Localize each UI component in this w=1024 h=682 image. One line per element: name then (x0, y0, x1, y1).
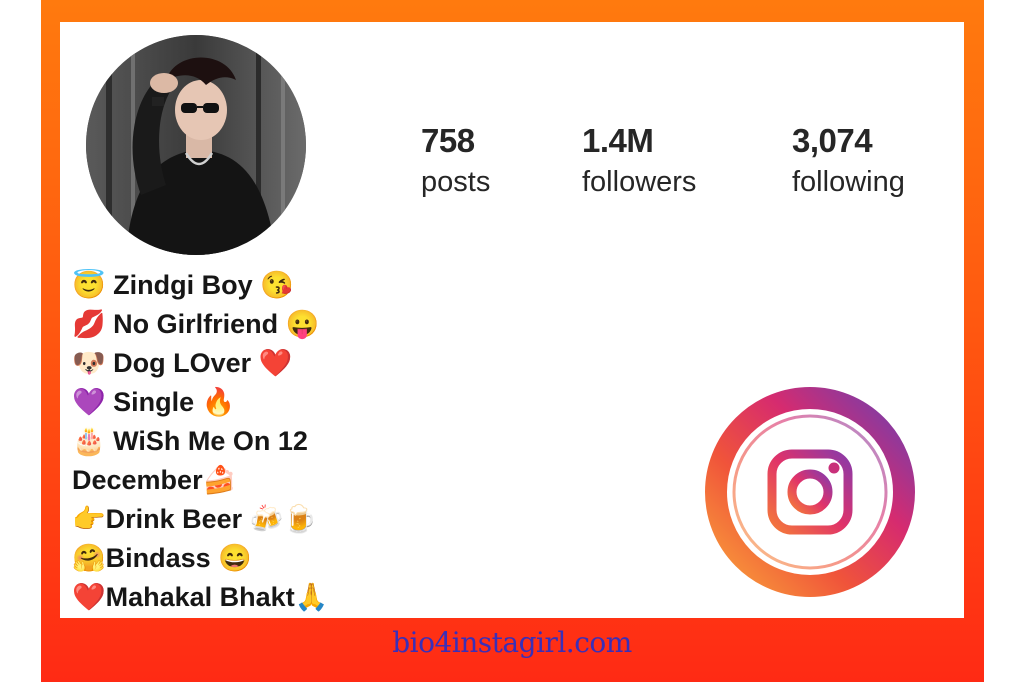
following-label: following (792, 166, 905, 198)
bio-line: 😇 Zindgi Boy 😘 (72, 270, 294, 300)
bio: 😇 Zindgi Boy 😘 💋 No Girlfriend 😛 🐶 Dog L… (72, 266, 328, 617)
site-watermark[interactable]: bio4instagirl.com (0, 626, 1024, 659)
bio-line: 🐶 Dog LOver ❤️ (72, 348, 293, 378)
posts-label: posts (421, 166, 491, 198)
stat-following[interactable]: 3,074 following (792, 120, 905, 202)
following-count: 3,074 (792, 122, 873, 159)
followers-label: followers (582, 166, 697, 198)
bio-line: 🎂 WiSh Me On 12 (72, 426, 308, 456)
posts-count: 758 (421, 122, 475, 159)
instagram-logo-icon (705, 387, 915, 597)
bio-line: ❤️Mahakal Bhakt🙏 (72, 582, 329, 612)
bio-line: 💋 No Girlfriend 😛 (72, 309, 320, 339)
avatar-photo (86, 35, 306, 255)
stat-followers[interactable]: 1.4M followers (582, 120, 696, 202)
bio-line: 🤗Bindass 😄 (72, 543, 252, 573)
bio-line: 👉Drink Beer 🍻🍺 (72, 504, 317, 534)
avatar[interactable] (86, 35, 306, 255)
bio-line: 💜 Single 🔥 (72, 387, 236, 417)
followers-count: 1.4M (582, 122, 654, 159)
bio-line: December🍰 (72, 465, 237, 495)
stat-posts[interactable]: 758 posts (421, 120, 490, 202)
